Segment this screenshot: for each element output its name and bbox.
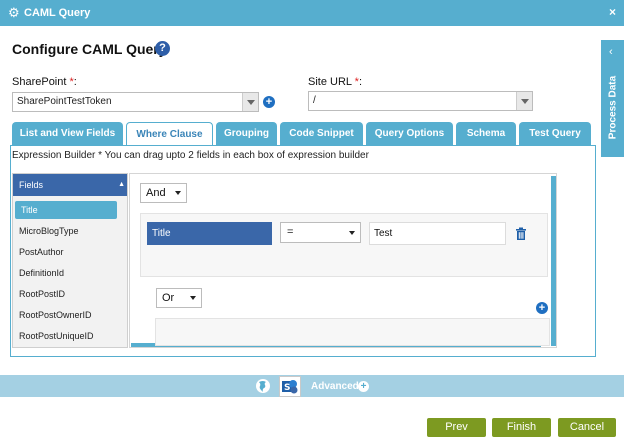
tab-code-snippet[interactable]: Code Snippet [280, 122, 363, 145]
site-url-label: Site URL *: [308, 76, 363, 88]
site-url-value: / [313, 95, 316, 106]
sharepoint-icon[interactable]: S [279, 376, 301, 397]
help-icon[interactable]: ? [155, 41, 170, 56]
svg-text:S: S [284, 383, 290, 393]
add-condition-icon[interactable]: + [536, 302, 548, 314]
condition-value-input[interactable]: Test [369, 222, 506, 245]
logic-or-select[interactable]: Or [156, 288, 202, 308]
scroll-up-icon[interactable]: ▲ [118, 174, 125, 196]
tab-grouping[interactable]: Grouping [216, 122, 277, 145]
add-advanced-icon[interactable]: + [358, 381, 369, 392]
tab-test-query[interactable]: Test Query [519, 122, 591, 145]
close-icon[interactable]: × [609, 5, 616, 19]
cancel-button[interactable]: Cancel [558, 418, 616, 437]
gear-icon: ⚙ [8, 5, 20, 20]
process-data-label: Process Data [607, 75, 619, 140]
globe-icon[interactable] [255, 378, 271, 394]
add-sharepoint-icon[interactable]: + [263, 96, 275, 108]
condition-operator-select[interactable]: = [280, 222, 361, 243]
field-item-definitionid[interactable]: DefinitionId [13, 264, 127, 282]
chevron-down-icon [190, 296, 196, 300]
field-item-microblogtype[interactable]: MicroBlogType [13, 222, 127, 240]
advanced-label[interactable]: Advanced [311, 381, 359, 392]
logic-and-select[interactable]: And [140, 183, 187, 203]
field-item-rootpostid[interactable]: RootPostID [13, 285, 127, 303]
condition-field[interactable]: Title [147, 222, 272, 245]
chevron-down-icon [349, 231, 355, 235]
sharepoint-value: SharePointTestToken [17, 96, 112, 107]
window-title: CAML Query [24, 7, 91, 19]
page-title: Configure CAML Query [12, 41, 167, 57]
sharepoint-logo-icon: S [282, 380, 298, 394]
tab-query-options[interactable]: Query Options [366, 122, 453, 145]
tab-schema[interactable]: Schema [456, 122, 516, 145]
field-item-rootpostownerid[interactable]: RootPostOwnerID [13, 306, 127, 324]
nested-condition-group [155, 318, 550, 346]
expression-builder-note: Expression Builder * You can drag upto 2… [12, 150, 369, 161]
sharepoint-label: SharePoint *: [12, 76, 77, 88]
field-item-title[interactable]: Title [15, 201, 117, 219]
chevron-down-icon [175, 191, 181, 195]
process-data-panel-tab[interactable]: ‹ Process Data [601, 40, 624, 157]
tab-list-and-view-fields[interactable]: List and View Fields [12, 122, 123, 145]
field-item-postauthor[interactable]: PostAuthor [13, 243, 127, 261]
field-item-rootpostuniqueid[interactable]: RootPostUniqueID [13, 327, 127, 345]
fields-list[interactable]: Fields ▲ Title MicroBlogType PostAuthor … [12, 173, 128, 348]
finish-button[interactable]: Finish [492, 418, 551, 437]
prev-button[interactable]: Prev [427, 418, 486, 437]
tab-where-clause[interactable]: Where Clause [126, 122, 213, 146]
chevron-down-icon [242, 93, 258, 111]
sharepoint-select[interactable]: SharePointTestToken [12, 92, 259, 112]
chevron-down-icon [516, 92, 532, 110]
vertical-scrollbar[interactable] [551, 176, 556, 346]
chevron-left-icon: ‹ [609, 46, 613, 58]
fields-header: Fields ▲ [13, 174, 127, 196]
site-url-select[interactable]: / [308, 91, 533, 111]
trash-icon[interactable] [514, 227, 528, 241]
title-bar: ⚙ CAML Query × [0, 0, 624, 26]
